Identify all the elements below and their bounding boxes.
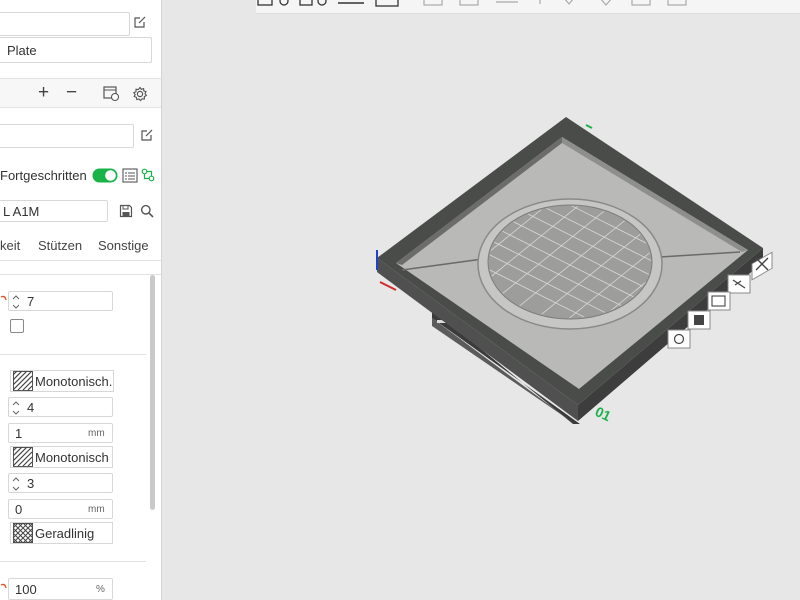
infill-density-value: 100 [15, 581, 37, 597]
lower-icon[interactable] [564, 0, 574, 5]
advanced-label: Fortgeschritten [0, 168, 87, 183]
top-thickness-input[interactable]: 1 mm [8, 423, 113, 443]
panel-scrollbar[interactable] [150, 275, 155, 510]
top-pattern-select[interactable]: Monotonisch... [10, 370, 114, 392]
tab-others[interactable]: Sonstige [98, 238, 149, 253]
printer-preset-field[interactable]: L A1M [0, 200, 108, 222]
3d-viewport[interactable]: 01 [163, 15, 800, 600]
lock-icon[interactable] [727, 274, 751, 294]
toolbar [256, 0, 800, 14]
top-thickness-value: 1 [15, 425, 23, 441]
paste-icon[interactable] [459, 0, 479, 6]
stepper-icon[interactable] [11, 293, 21, 311]
bottom-thickness-input[interactable]: 0 mm [8, 499, 113, 519]
orient-icon[interactable] [257, 0, 289, 6]
bottom-thickness-unit: mm [88, 504, 105, 515]
brim-icon[interactable] [631, 0, 651, 6]
save-icon[interactable] [119, 204, 133, 218]
plate-number: 01 [593, 403, 614, 424]
plate-settings-icon[interactable] [667, 329, 691, 349]
top-thickness-unit: mm [88, 428, 105, 439]
wall-loops-value: 7 [27, 293, 35, 309]
stepper-icon[interactable] [11, 399, 21, 417]
support-icon[interactable] [600, 0, 612, 6]
top-layers-input[interactable]: 4 [8, 397, 113, 417]
arrange-plate-icon[interactable] [687, 310, 711, 330]
bottom-thickness-value: 0 [15, 501, 23, 517]
top-layers-value: 4 [27, 399, 35, 415]
stepper-icon[interactable] [11, 475, 21, 493]
split-icon[interactable] [375, 0, 399, 7]
process-name-field[interactable] [0, 124, 134, 148]
bottom-layers-value: 3 [27, 475, 35, 491]
bottom-pattern-select[interactable]: Monotonisch [10, 446, 113, 468]
add-button[interactable]: + [38, 82, 49, 104]
auto-orient-icon[interactable] [707, 291, 731, 311]
list-view-icon[interactable] [122, 168, 138, 183]
wall-loops-input[interactable]: 7 [8, 291, 113, 311]
edit-icon[interactable] [140, 128, 154, 142]
settings-panel: Plate + − Fortgeschritten L A1M keit Stü… [0, 0, 162, 600]
reset-arrow-icon[interactable] [0, 294, 8, 304]
model-tray[interactable] [376, 117, 763, 421]
remove-button[interactable]: − [66, 82, 77, 104]
reset-arrow-icon[interactable] [0, 582, 8, 592]
infill-pattern-select[interactable]: Geradlinig [10, 522, 113, 544]
top-name-field[interactable] [0, 12, 130, 36]
infill-density-unit: % [96, 584, 105, 595]
advanced-toggle[interactable] [92, 168, 118, 183]
gear-icon[interactable] [132, 86, 148, 102]
seam-icon[interactable] [667, 0, 687, 6]
arrange-icon[interactable] [299, 0, 327, 6]
top-pattern-value: Monotonisch... [35, 373, 114, 389]
option-checkbox[interactable] [10, 319, 24, 333]
layer-icon[interactable] [338, 0, 364, 4]
infill-density-input[interactable]: 100 % [8, 578, 113, 600]
copy-icon[interactable] [423, 0, 443, 6]
tab-supports[interactable]: Stützen [38, 238, 82, 253]
printer-preset-value: L A1M [3, 203, 40, 219]
monotonic-pattern-icon [12, 371, 33, 391]
tab-quality[interactable]: keit [0, 238, 20, 253]
plate-label: Plate [7, 42, 37, 58]
plate-field[interactable]: Plate [0, 37, 152, 63]
compare-presets-icon[interactable] [141, 168, 155, 182]
search-icon[interactable] [140, 204, 154, 218]
monotonic-pattern-icon [12, 447, 33, 467]
compare-icon[interactable] [103, 86, 120, 102]
bottom-pattern-value: Monotonisch [35, 449, 109, 465]
bottom-layers-input[interactable]: 3 [8, 473, 113, 493]
rectilinear-pattern-icon [12, 523, 34, 543]
edit-icon[interactable] [133, 15, 147, 29]
infill-pattern-value: Geradlinig [35, 525, 95, 541]
